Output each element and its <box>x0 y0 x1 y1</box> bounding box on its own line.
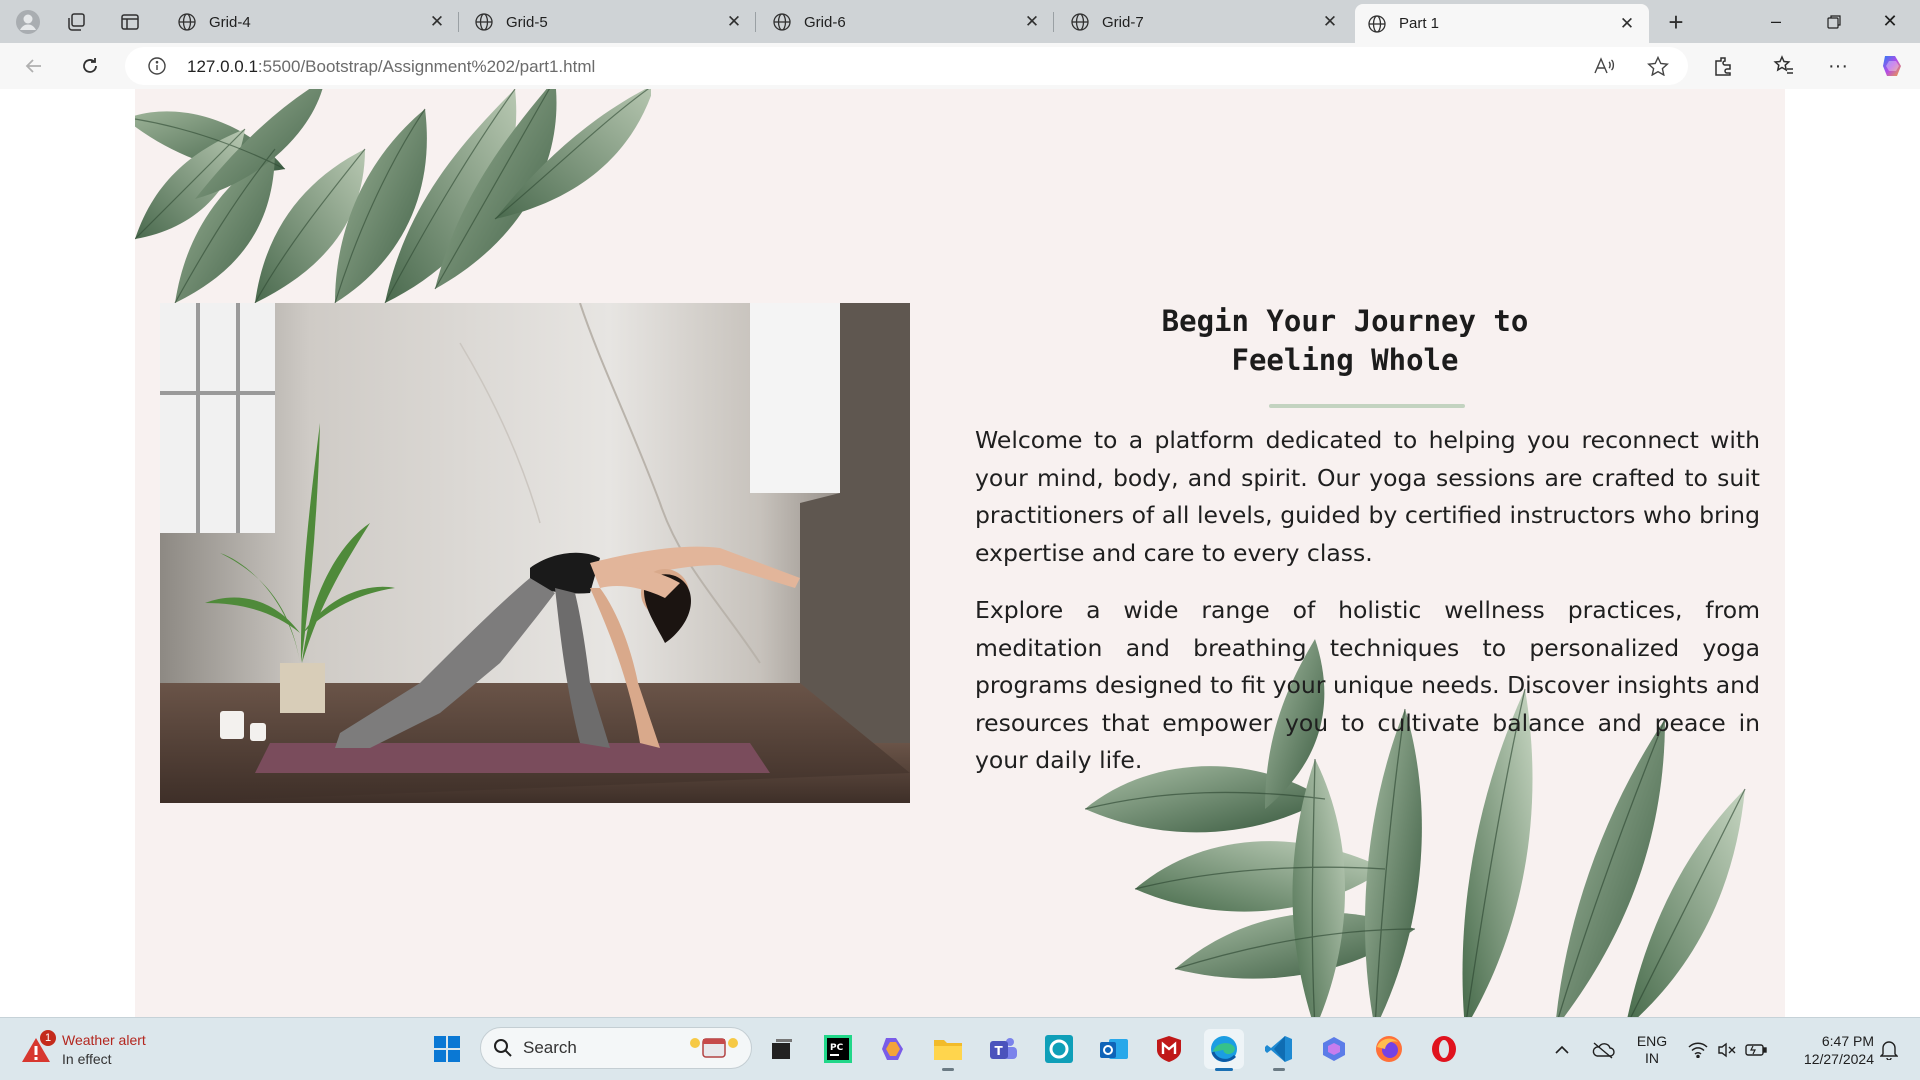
firefox-icon[interactable] <box>1369 1029 1409 1069</box>
url-text[interactable]: 127.0.0.1:5500/Bootstrap/Assignment%202/… <box>187 57 595 77</box>
taskbar: 1 Weather alert In effect Search PC T EN… <box>0 1017 1920 1080</box>
weather-badge: 1 <box>40 1030 56 1046</box>
leaves-decoration-top <box>135 89 651 303</box>
read-aloud-icon[interactable] <box>1593 56 1615 81</box>
copilot-icon[interactable] <box>1875 49 1911 83</box>
tab-part-1[interactable]: Part 1 ✕ <box>1355 4 1649 43</box>
tab-title: Part 1 <box>1399 15 1440 32</box>
globe-icon <box>1071 13 1089 31</box>
teams-icon[interactable]: T <box>983 1029 1023 1069</box>
edge-icon[interactable] <box>1204 1029 1244 1071</box>
tab-grid-7[interactable]: Grid-7 ✕ <box>1058 4 1352 40</box>
file-explorer-icon[interactable] <box>928 1029 968 1071</box>
globe-icon <box>773 13 791 31</box>
vertical-tabs-icon[interactable] <box>114 6 146 38</box>
wifi-icon[interactable] <box>1684 1030 1712 1070</box>
tab-close-icon[interactable]: ✕ <box>720 8 748 36</box>
clock[interactable]: 6:47 PM 12/27/2024 <box>1778 1030 1874 1070</box>
volume-muted-icon[interactable] <box>1714 1030 1740 1070</box>
tab-title: Grid-4 <box>209 13 251 31</box>
weather-status: In effect <box>62 1051 112 1067</box>
workspaces-icon[interactable] <box>60 6 92 38</box>
favorite-star-icon[interactable] <box>1647 55 1669 81</box>
onedrive-offline-icon[interactable] <box>1588 1030 1618 1070</box>
profile-icon[interactable] <box>12 6 44 38</box>
more-options-icon[interactable]: ··· <box>1820 49 1856 83</box>
address-bar[interactable]: 127.0.0.1:5500/Bootstrap/Assignment%202/… <box>125 47 1688 85</box>
extensions-icon[interactable] <box>1706 49 1742 83</box>
reload-icon[interactable] <box>72 49 108 83</box>
globe-icon <box>475 13 493 31</box>
site-info-icon[interactable] <box>147 56 167 81</box>
vscode-icon[interactable] <box>1259 1029 1299 1071</box>
battery-icon[interactable] <box>1742 1030 1770 1070</box>
browser-toolbar: 127.0.0.1:5500/Bootstrap/Assignment%202/… <box>0 43 1920 89</box>
tab-close-icon[interactable]: ✕ <box>1613 10 1641 38</box>
clock-date: 12/27/2024 <box>1803 1051 1874 1067</box>
taskbar-search[interactable]: Search <box>480 1027 752 1069</box>
tab-close-icon[interactable]: ✕ <box>1316 8 1344 36</box>
page-viewport: Begin Your Journey to Feeling Whole Welc… <box>4 89 1916 1017</box>
new-tab-icon[interactable]: + <box>1660 6 1692 38</box>
language-indicator[interactable]: ENG IN <box>1630 1030 1674 1070</box>
mcafee-icon[interactable] <box>1149 1029 1189 1069</box>
tab-close-icon[interactable]: ✕ <box>1018 8 1046 36</box>
weather-title: Weather alert <box>62 1032 146 1048</box>
clock-time: 6:47 PM <box>1821 1033 1874 1049</box>
svg-text:T: T <box>995 1044 1004 1058</box>
search-placeholder: Search <box>523 1038 577 1057</box>
tab-title: Grid-6 <box>804 13 846 31</box>
globe-icon <box>178 13 196 31</box>
intro-paragraph: Welcome to a platform dedicated to helpi… <box>975 426 1760 567</box>
task-view-icon[interactable] <box>762 1029 802 1069</box>
heading-line-1: Begin Your Journey to <box>1161 304 1529 338</box>
browser-tab-bar: Grid-4 ✕ Grid-5 ✕ Grid-6 ✕ Grid-7 ✕ Part… <box>0 0 1920 43</box>
minimize-icon[interactable]: – <box>1748 0 1804 43</box>
tab-title: Grid-7 <box>1102 13 1144 31</box>
pycharm-icon[interactable]: PC <box>818 1029 858 1069</box>
weather-widget[interactable]: 1 Weather alert In effect <box>20 1028 146 1072</box>
restore-icon[interactable] <box>1806 0 1862 43</box>
page-container: Begin Your Journey to Feeling Whole Welc… <box>135 89 1785 1017</box>
tab-grid-4[interactable]: Grid-4 ✕ <box>165 4 459 40</box>
weather-alert-icon: 1 <box>20 1030 56 1066</box>
heading-divider <box>1269 404 1465 408</box>
globe-icon <box>1368 14 1386 33</box>
search-icon <box>494 1039 512 1057</box>
svg-text:PC: PC <box>830 1043 844 1053</box>
yoga-photo <box>160 303 910 803</box>
tab-grid-5[interactable]: Grid-5 ✕ <box>462 4 756 40</box>
tab-close-icon[interactable]: ✕ <box>423 8 451 36</box>
calendar-highlight-icon <box>687 1033 741 1064</box>
tab-title: Grid-5 <box>506 13 548 31</box>
close-window-icon[interactable]: ✕ <box>1862 0 1918 43</box>
opera-icon[interactable] <box>1424 1029 1464 1069</box>
start-button[interactable] <box>427 1029 467 1069</box>
show-hidden-icons[interactable] <box>1548 1030 1576 1070</box>
back-icon[interactable] <box>16 49 52 83</box>
copilot-app-icon[interactable] <box>1314 1029 1354 1069</box>
heading-line-2: Feeling Whole <box>1231 343 1459 377</box>
tab-grid-6[interactable]: Grid-6 ✕ <box>760 4 1054 40</box>
outlook-icon[interactable] <box>1094 1029 1134 1069</box>
copilot-taskbar-icon[interactable] <box>873 1029 913 1069</box>
page-heading: Begin Your Journey to Feeling Whole <box>955 302 1735 380</box>
notifications-bell-icon[interactable] <box>1874 1030 1904 1070</box>
cortana-icon[interactable] <box>1039 1029 1079 1069</box>
favorites-icon[interactable] <box>1766 49 1802 83</box>
explore-paragraph: Explore a wide range of holistic wellnes… <box>975 596 1760 774</box>
